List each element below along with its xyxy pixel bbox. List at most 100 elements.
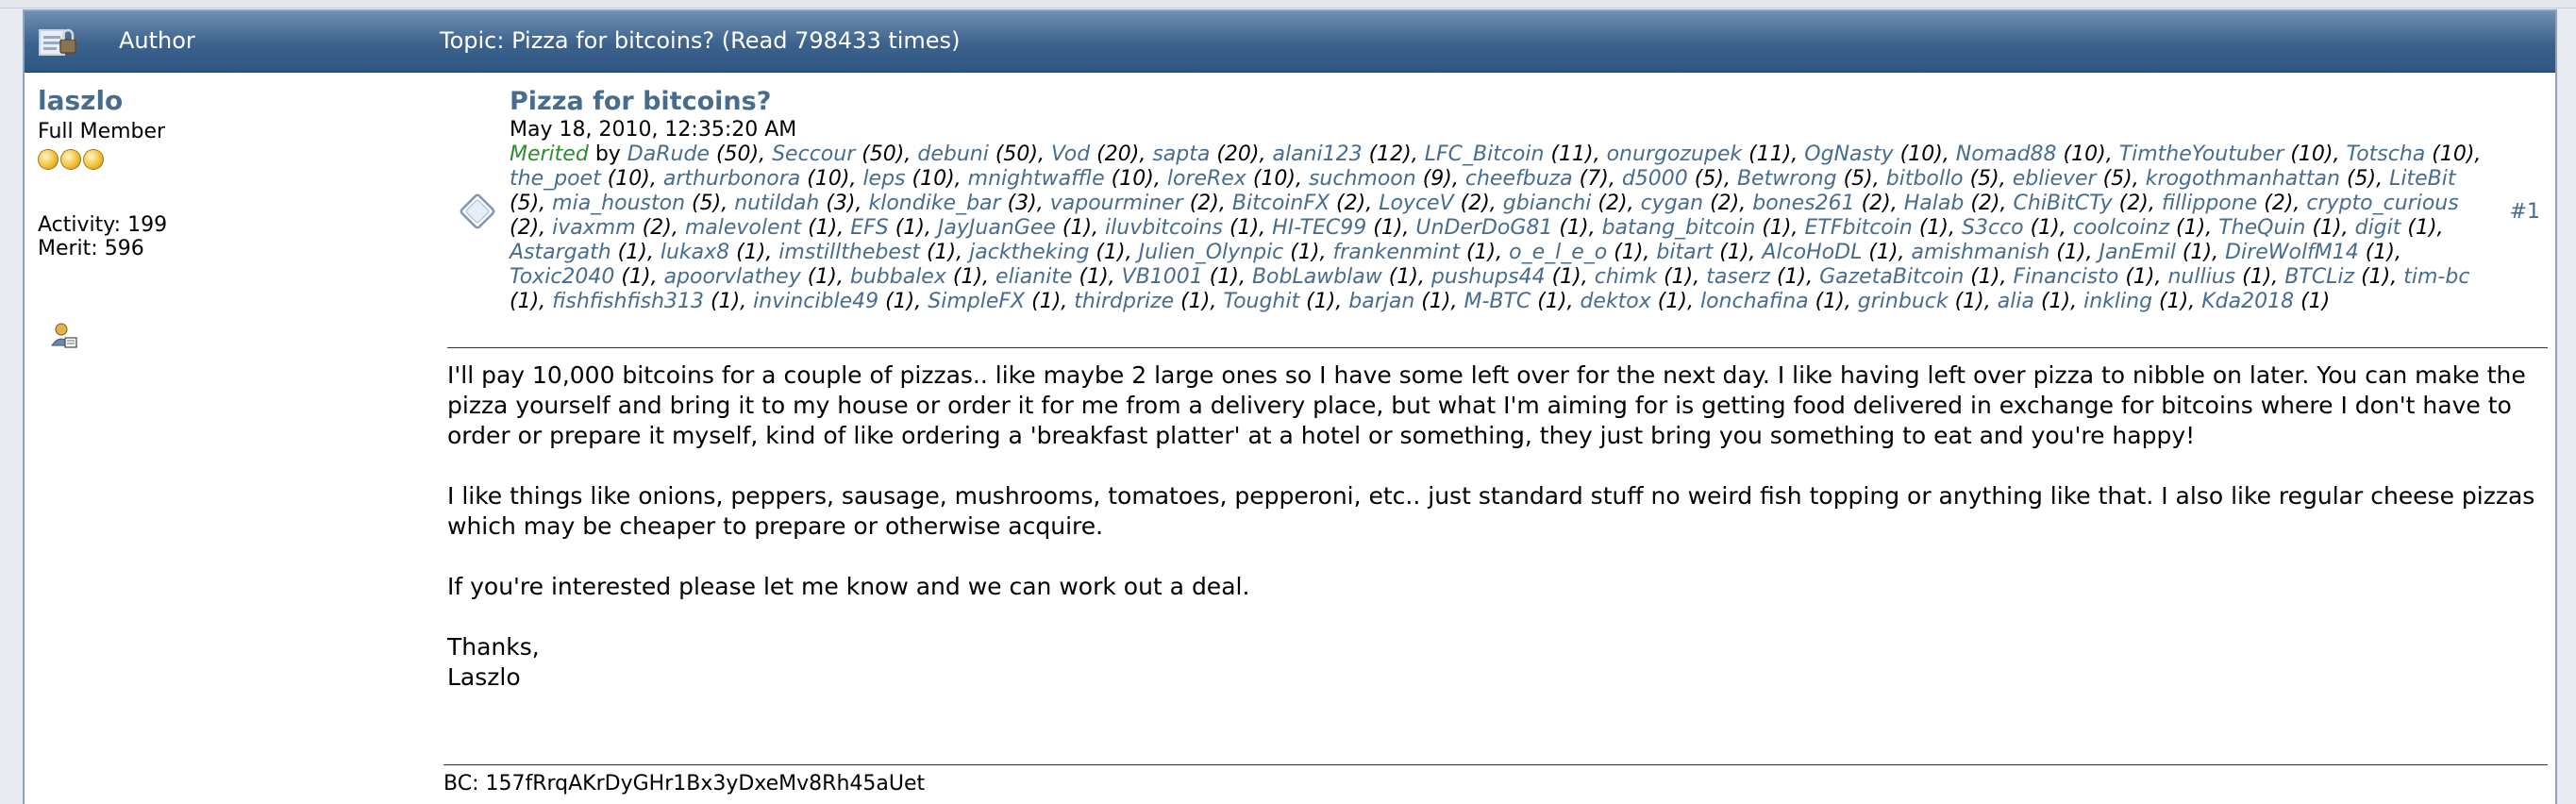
merit-user-link[interactable]: lonchafina xyxy=(1700,290,1809,313)
merit-user-link[interactable]: GazetaBitcoin xyxy=(1819,265,1964,289)
merit-count: (50), xyxy=(709,142,773,166)
merit-user-link[interactable]: DireWolfM14 xyxy=(2225,241,2359,264)
merit-user-link[interactable]: JayJuanGee xyxy=(938,216,1056,240)
merit-user-link[interactable]: Financisto xyxy=(2013,265,2118,289)
merit-user-link[interactable]: d5000 xyxy=(1622,167,1688,191)
merit-user-link[interactable]: taserz xyxy=(1706,265,1770,289)
merit-user-link[interactable]: ivaxmm xyxy=(552,216,636,240)
merit-user-link[interactable]: jacktheking xyxy=(969,241,1089,264)
merit-user-link[interactable]: mnightwaffle xyxy=(968,167,1105,191)
merit-user-link[interactable]: debuni xyxy=(917,142,988,166)
merit-user-link[interactable]: fillippone xyxy=(2162,192,2257,215)
merit-user-link[interactable]: Betwrong xyxy=(1737,167,1837,191)
merit-user-link[interactable]: onurgozupek xyxy=(1607,142,1743,166)
merit-user-link[interactable]: BTCLiz xyxy=(2284,265,2354,289)
merit-user-link[interactable]: BobLawblaw xyxy=(1252,265,1382,289)
merit-user-link[interactable]: JanEmil xyxy=(2099,241,2175,264)
merit-user-link[interactable]: grinbuck xyxy=(1858,290,1949,313)
merit-user-link[interactable]: loreRex xyxy=(1167,167,1246,191)
merit-user-link[interactable]: LiteBit xyxy=(2389,167,2455,191)
merit-user-link[interactable]: Julien_Olynpic xyxy=(1139,241,1284,264)
merit-user-link[interactable]: Halab xyxy=(1904,192,1965,215)
merit-user-link[interactable]: frankenmint xyxy=(1332,241,1460,264)
merit-user-link[interactable]: nullius xyxy=(2167,265,2235,289)
merit-user-link[interactable]: EFS xyxy=(850,216,889,240)
merit-count: (1), xyxy=(1552,216,1602,240)
merit-user-link[interactable]: the_poet xyxy=(510,167,601,191)
merit-user-link[interactable]: barjan xyxy=(1348,290,1414,313)
merit-user-link[interactable]: alia xyxy=(1998,290,2034,313)
merit-user-link[interactable]: LoyceV xyxy=(1379,192,1453,215)
merit-user-link[interactable]: pushups44 xyxy=(1431,265,1546,289)
merit-user-link[interactable]: Kda2018 xyxy=(2201,290,2294,313)
merit-user-link[interactable]: elianite xyxy=(995,265,1072,289)
post-number[interactable]: #1 xyxy=(2510,200,2540,224)
merit-user-link[interactable]: nutildah xyxy=(734,192,819,215)
merit-user-link[interactable]: amishmanish xyxy=(1912,241,2050,264)
merit-user-link[interactable]: iluvbitcoins xyxy=(1105,216,1223,240)
merit-user-link[interactable]: alani123 xyxy=(1272,142,1362,166)
merit-user-link[interactable]: batang_bitcoin xyxy=(1602,216,1756,240)
merit-count: (1), xyxy=(2175,241,2226,264)
merit-user-link[interactable]: malevolent xyxy=(685,216,801,240)
merit-user-link[interactable]: cygan xyxy=(1641,192,1704,215)
merit-user-link[interactable]: digit xyxy=(2355,216,2401,240)
merit-user-link[interactable]: sapta xyxy=(1152,142,1210,166)
merit-user-link[interactable]: OgNasty xyxy=(1804,142,1893,166)
merit-user-link[interactable]: ebliever xyxy=(2013,167,2097,191)
merit-user-link[interactable]: Nomad88 xyxy=(1956,142,2057,166)
merit-user-link[interactable]: mia_houston xyxy=(552,192,685,215)
merit-user-link[interactable]: Seccour xyxy=(772,142,855,166)
merit-user-link[interactable]: UnDerDoG81 xyxy=(1415,216,1552,240)
merit-user-link[interactable]: AlcoHoDL xyxy=(1762,241,1862,264)
profile-icon[interactable] xyxy=(49,321,79,351)
merit-user-link[interactable]: arthurbonora xyxy=(663,167,800,191)
merit-user-link[interactable]: BitcoinFX xyxy=(1232,192,1330,215)
merit-user-link[interactable]: fishfishfish313 xyxy=(552,290,704,313)
merit-user-link[interactable]: gbianchi xyxy=(1503,192,1592,215)
merit-count: (10), xyxy=(800,167,863,191)
merit-user-link[interactable]: bones261 xyxy=(1752,192,1854,215)
merit-user-link[interactable]: cheefbuza xyxy=(1465,167,1573,191)
merit-user-link[interactable]: Toxic2040 xyxy=(510,265,614,289)
merit-user-link[interactable]: lukax8 xyxy=(661,241,729,264)
merit-user-link[interactable]: TimtheYoutuber xyxy=(2119,142,2284,166)
merit-user-link[interactable]: DaRude xyxy=(627,142,710,166)
merit-user-link[interactable]: ChiBitCTy xyxy=(2014,192,2113,215)
merit-user-link[interactable]: bitart xyxy=(1656,241,1713,264)
merit-user-link[interactable]: bitbollo xyxy=(1886,167,1964,191)
merit-user-link[interactable]: bubbalex xyxy=(850,265,946,289)
merit-user-link[interactable]: HI-TEC99 xyxy=(1272,216,1366,240)
merit-user-link[interactable]: SimpleFX xyxy=(928,290,1025,313)
merit-user-link[interactable]: apoorvlathey xyxy=(664,265,801,289)
merit-user-link[interactable]: crypto_curious xyxy=(2306,192,2458,215)
merit-user-link[interactable]: M-BTC xyxy=(1464,290,1531,313)
merit-user-link[interactable]: dektox xyxy=(1580,290,1650,313)
merit-user-link[interactable]: vapourminer xyxy=(1050,192,1183,215)
merit-user-link[interactable]: inkling xyxy=(2083,290,2152,313)
poster-name[interactable]: laszlo xyxy=(38,85,434,116)
merit-user-link[interactable]: tim-bc xyxy=(2403,265,2469,289)
merit-user-link[interactable]: chimk xyxy=(1595,265,1657,289)
merit-user-link[interactable]: Astargath xyxy=(510,241,611,264)
merit-user-link[interactable]: Totscha xyxy=(2346,142,2425,166)
merit-user-link[interactable]: krogothmanhattan xyxy=(2146,167,2340,191)
merit-user-link[interactable]: imstillthebest xyxy=(778,241,920,264)
merit-user-link[interactable]: Toughit xyxy=(1223,290,1299,313)
merit-user-link[interactable]: coolcoinz xyxy=(2073,216,2169,240)
merit-user-link[interactable]: Vod xyxy=(1051,142,1090,166)
merit-user-link[interactable]: o_e_l_e_o xyxy=(1509,241,1607,264)
merit-user-link[interactable]: leps xyxy=(862,167,905,191)
merit-user-link[interactable]: S3cco xyxy=(1962,216,2024,240)
merit-user-link[interactable]: TheQuin xyxy=(2218,216,2305,240)
merit-user-link[interactable]: LFC_Bitcoin xyxy=(1425,142,1545,166)
merit-user-link[interactable]: ETFbitcoin xyxy=(1805,216,1913,240)
merit-user-link[interactable]: VB1001 xyxy=(1122,265,1203,289)
merit-user-link[interactable]: invincible49 xyxy=(753,290,878,313)
merit-user-link[interactable]: klondike_bar xyxy=(868,192,1000,215)
merit-count: (10), xyxy=(1104,167,1167,191)
post-subject[interactable]: Pizza for bitcoins? xyxy=(510,87,2482,116)
merit-user-link[interactable]: thirdprize xyxy=(1074,290,1174,313)
merit-user-link[interactable]: suchmoon xyxy=(1309,167,1416,191)
merit-count: (1), xyxy=(2400,216,2444,240)
